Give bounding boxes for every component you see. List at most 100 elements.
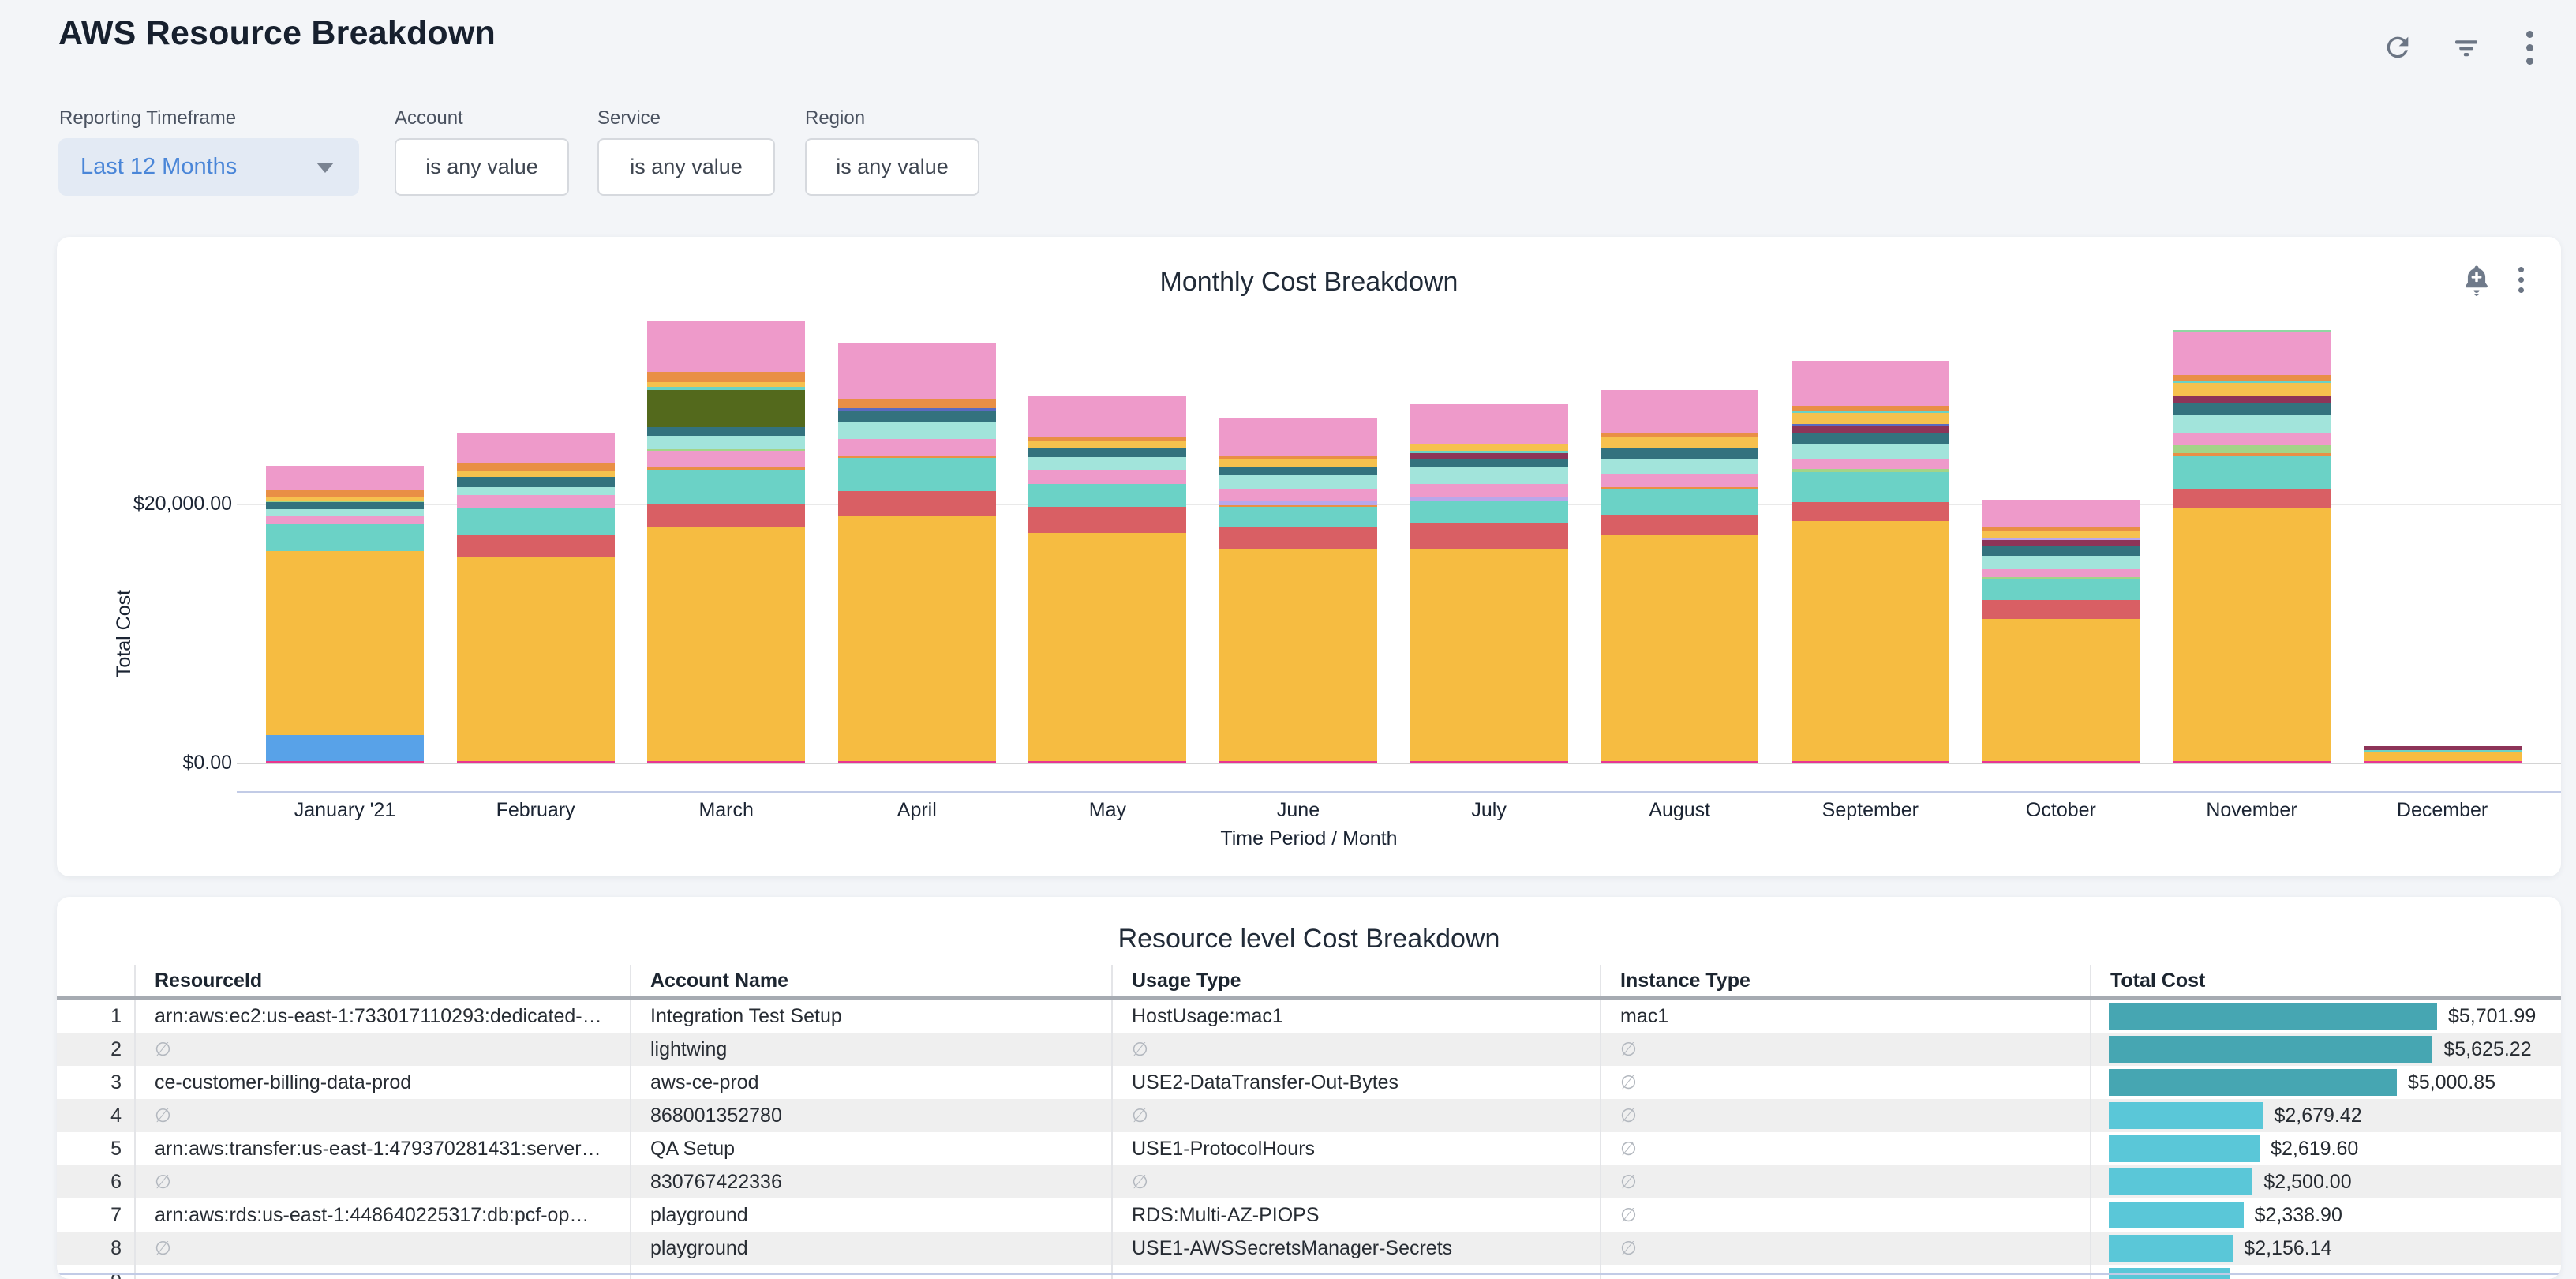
bar-segment-pink[interactable] [266,516,424,524]
bar-segment-pink[interactable] [1982,569,2140,578]
stacked-bar-october[interactable] [1982,500,2140,763]
bar-segment-yellow[interactable] [1410,444,1568,451]
bar-segment-pink[interactable] [266,466,424,490]
bar-segment-magenta[interactable] [1601,761,1758,763]
bar-segment-magenta[interactable] [2364,761,2522,763]
bar-segment-olive[interactable] [647,390,805,428]
header-usage-type[interactable]: Usage Type [1111,965,1600,996]
bar-segment-pink[interactable] [2173,433,2331,445]
bar-segment-orange[interactable] [838,399,996,407]
bar-segment-yellow[interactable] [2173,383,2331,396]
bar-segment-teal[interactable] [1982,579,2140,600]
bar-segment-coral[interactable] [1410,523,1568,548]
stacked-bar-december[interactable] [2364,746,2522,763]
bar-segment-magenta[interactable] [2173,761,2331,763]
stacked-bar-january-21[interactable] [266,466,424,763]
reporting-timeframe-dropdown[interactable]: Last 12 Months [58,138,359,196]
bar-segment-teal[interactable] [266,524,424,551]
bar-segment-lightcyan[interactable] [647,436,805,449]
bar-segment-coral[interactable] [647,504,805,527]
stacked-bar-july[interactable] [1410,404,1568,763]
bar-segment-pink[interactable] [838,439,996,456]
header-total-cost[interactable]: Total Cost [2090,965,2561,996]
chart-scrollbar[interactable] [237,791,2561,793]
bar-segment-magenta[interactable] [838,761,996,763]
bar-segment-coral[interactable] [1601,515,1758,535]
bar-segment-orange[interactable] [2173,375,2331,381]
header-instance-type[interactable]: Instance Type [1600,965,2090,996]
bar-segment-pink[interactable] [1219,489,1377,501]
bar-segment-teal[interactable] [2173,456,2331,489]
bar-segment-darkteal[interactable] [1219,467,1377,476]
bar-segment-pink[interactable] [1028,396,1186,437]
stacked-bar-march[interactable] [647,321,805,763]
bar-segment-darkteal[interactable] [1982,546,2140,555]
bar-segment-yellow[interactable] [1219,459,1377,466]
bar-segment-teal[interactable] [647,470,805,504]
bar-segment-pink[interactable] [1410,484,1568,497]
bar-segment-lightcyan[interactable] [457,487,615,495]
bar-segment-teal[interactable] [457,508,615,535]
bar-segment-maroon[interactable] [1982,540,2140,546]
table-row[interactable]: 2∅lightwing∅∅$5,625.22 [57,1033,2561,1066]
bar-segment-lightcyan[interactable] [2173,415,2331,432]
bar-segment-pink[interactable] [457,495,615,508]
stacked-bar-may[interactable] [1028,396,1186,763]
bar-segment-amber[interactable] [1219,549,1377,761]
refresh-button[interactable] [2379,28,2417,66]
bar-segment-maroon[interactable] [1792,426,1949,433]
bar-segment-lightcyan[interactable] [1982,556,2140,569]
service-filter[interactable]: is any value [597,138,775,196]
bar-segment-pink[interactable] [647,451,805,467]
bar-segment-blue[interactable] [266,735,424,761]
filters-button[interactable] [2447,28,2485,66]
bar-segment-coral[interactable] [2173,489,2331,508]
bar-segment-teal[interactable] [1792,472,1949,502]
header-resource-id[interactable]: ResourceId [134,965,630,996]
bar-segment-pink[interactable] [2173,332,2331,375]
bar-segment-magenta[interactable] [1792,761,1949,763]
bar-segment-coral[interactable] [1219,527,1377,548]
bar-segment-pink[interactable] [1792,361,1949,406]
bar-segment-darkteal[interactable] [838,411,996,422]
bar-segment-coral[interactable] [457,535,615,557]
stacked-bar-september[interactable] [1792,361,1949,763]
table-row[interactable]: 9 [57,1265,2561,1279]
table-row[interactable]: 4∅868001352780∅∅$2,679.42 [57,1099,2561,1132]
bar-segment-pink[interactable] [1219,418,1377,456]
bar-segment-lightcyan[interactable] [838,422,996,439]
bar-segment-amber[interactable] [457,557,615,760]
bar-segment-amber[interactable] [1410,549,1568,761]
table-row[interactable]: 3ce-customer-billing-data-prodaws-ce-pro… [57,1066,2561,1099]
bar-segment-amber[interactable] [2364,752,2522,761]
bar-segment-darkteal[interactable] [266,502,424,509]
bar-segment-amber[interactable] [647,527,805,761]
bar-segment-orange[interactable] [266,490,424,497]
bar-segment-pink[interactable] [457,433,615,463]
bar-segment-orange[interactable] [457,463,615,471]
account-filter[interactable]: is any value [395,138,569,196]
bar-segment-lightcyan[interactable] [266,509,424,516]
bar-segment-yellow[interactable] [1028,441,1186,448]
bar-segment-lightcyan[interactable] [1410,467,1568,483]
header-account-name[interactable]: Account Name [630,965,1111,996]
table-row[interactable]: 6∅830767422336∅∅$2,500.00 [57,1165,2561,1198]
bar-segment-coral[interactable] [1792,502,1949,522]
bar-segment-maroon[interactable] [2173,396,2331,403]
bar-segment-amber[interactable] [266,551,424,735]
bar-segment-amber[interactable] [838,516,996,761]
bar-segment-darkteal[interactable] [647,427,805,435]
bar-segment-magenta[interactable] [1982,761,2140,763]
stacked-bar-june[interactable] [1219,418,1377,763]
bar-segment-yellow[interactable] [457,471,615,477]
table-scrollbar[interactable] [57,1273,2561,1275]
bar-segment-magenta[interactable] [1028,761,1186,763]
table-row[interactable]: 5arn:aws:transfer:us-east-1:479370281431… [57,1132,2561,1165]
bar-segment-pink[interactable] [647,321,805,372]
bar-segment-amber[interactable] [1982,619,2140,761]
bar-segment-amber[interactable] [1792,521,1949,760]
stacked-bar-april[interactable] [838,343,996,763]
bar-segment-teal[interactable] [838,458,996,492]
bar-segment-coral[interactable] [1982,600,2140,619]
bar-segment-magenta[interactable] [266,761,424,763]
